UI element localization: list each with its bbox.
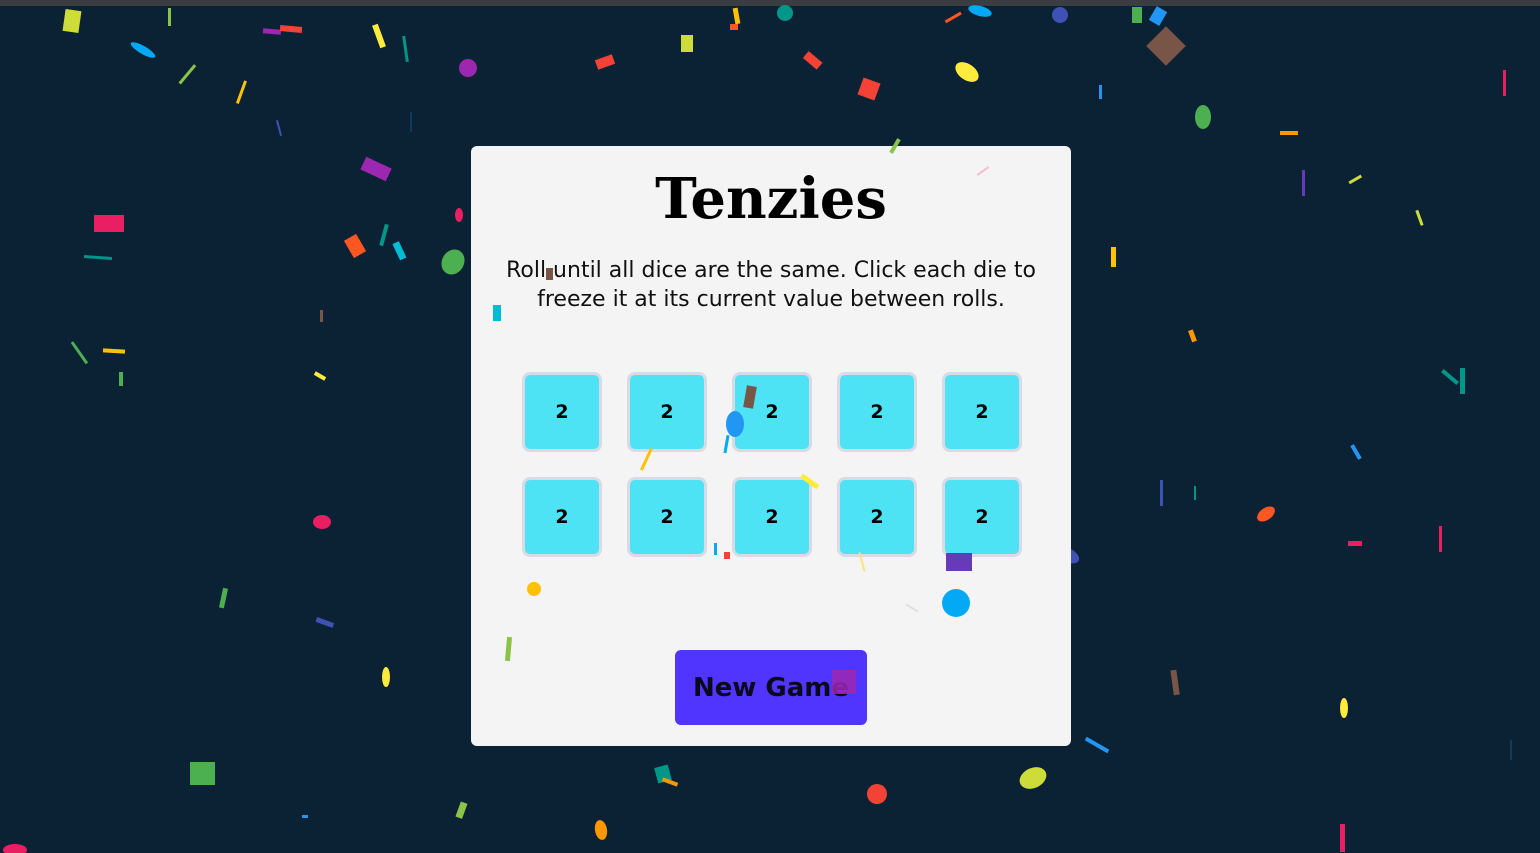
die-9[interactable]: 2 [837,477,917,557]
die-5[interactable]: 2 [942,372,1022,452]
page-title: Tenzies [655,166,887,232]
die-3[interactable]: 2 [732,372,812,452]
die-6[interactable]: 2 [522,477,602,557]
die-8[interactable]: 2 [732,477,812,557]
browser-top-bar [0,0,1540,6]
die-7[interactable]: 2 [627,477,707,557]
game-card: Tenzies Roll until all dice are the same… [471,146,1071,746]
dice-grid: 2 2 2 2 2 2 2 2 2 2 [522,372,1022,557]
die-10[interactable]: 2 [942,477,1022,557]
die-1[interactable]: 2 [522,372,602,452]
new-game-button[interactable]: New Game [675,650,867,725]
die-2[interactable]: 2 [627,372,707,452]
die-4[interactable]: 2 [837,372,917,452]
instructions-text: Roll until all dice are the same. Click … [506,258,1036,312]
